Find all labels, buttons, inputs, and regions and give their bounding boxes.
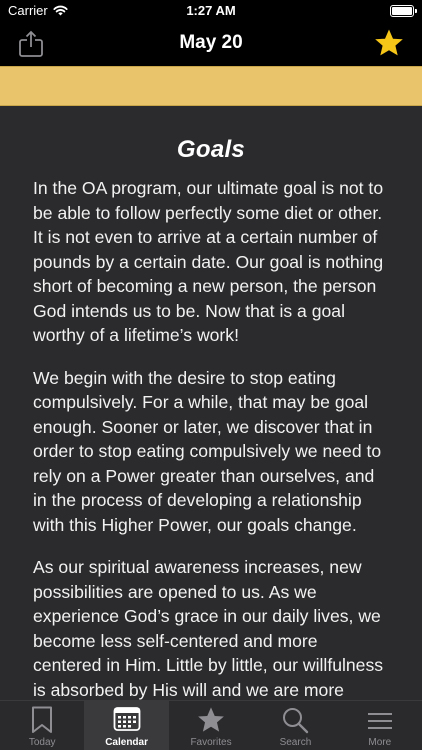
- search-icon: [283, 708, 309, 734]
- star-icon: [198, 707, 224, 732]
- status-time: 1:27 AM: [186, 3, 236, 18]
- reading-paragraph-2: We begin with the desire to stop eating …: [33, 367, 382, 535]
- reading-paragraph-1: In the OA program, our ultimate goal is …: [33, 178, 384, 345]
- favorite-star-icon[interactable]: [374, 28, 404, 58]
- tab-search[interactable]: Search: [253, 701, 337, 750]
- status-bar: Carrier 1:27 AM: [0, 0, 422, 22]
- battery-icon: [390, 5, 417, 17]
- reading-paragraph-3: As our spiritual awareness increases, ne…: [33, 557, 384, 700]
- reading-content[interactable]: Goals In the OA program, our ultimate go…: [0, 106, 422, 700]
- tab-calendar-label: Calendar: [105, 737, 148, 748]
- tab-more[interactable]: More: [338, 701, 422, 750]
- tab-today-label: Today: [28, 737, 56, 748]
- page-title: May 20: [179, 32, 243, 53]
- menu-icon: [367, 713, 392, 729]
- tab-more-label: More: [368, 737, 392, 748]
- tab-search-label: Search: [279, 737, 312, 748]
- tab-favorites-label: Favorites: [190, 737, 232, 748]
- tab-favorites[interactable]: Favorites: [169, 701, 253, 750]
- tab-calendar[interactable]: Calendar: [84, 701, 169, 750]
- tab-today[interactable]: Today: [0, 701, 84, 750]
- navigation-bar: May 20: [0, 22, 422, 66]
- reading-title: Goals: [176, 136, 246, 163]
- tab-bar: Today Calendar Favorites Search More: [0, 700, 422, 750]
- calendar-icon: [113, 707, 141, 731]
- header-banner: [0, 66, 422, 106]
- bookmark-icon: [32, 706, 53, 733]
